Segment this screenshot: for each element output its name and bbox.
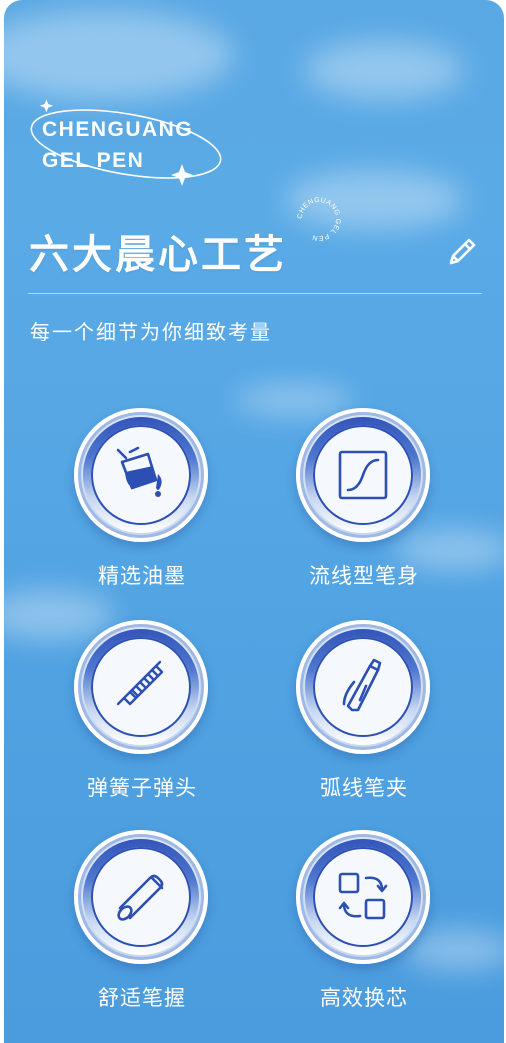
svg-text:CHENGUANG GEL PEN: CHENGUANG GEL PEN [297,197,341,241]
feature-label: 流线型笔身 [309,564,419,588]
spring-tip-icon [116,660,164,706]
feature-item-grip[interactable]: 舒适笔握 [42,830,242,1010]
refill-swap-icon [338,872,388,920]
feature-label: 高效换芯 [320,986,408,1010]
cloud-decoration [304,40,464,100]
feature-item-spring-tip[interactable]: 弹簧子弹头 [42,620,242,800]
page-title: 六大晨心工艺 [29,232,287,278]
feature-item-ink[interactable]: 精选油墨 [42,408,242,588]
badge-text: CHENGUANG GEL PEN [297,197,341,241]
feature-item-refill[interactable]: 高效换芯 [264,830,464,1010]
pencil-edit-icon[interactable] [444,234,480,270]
feature-label: 弧线笔夹 [320,776,408,800]
grip-cylinder-icon [117,874,164,921]
page-subtitle: 每一个细节为你细致考量 [30,320,272,344]
cloud-decoration [4,10,234,100]
logo-orbit-icon [30,99,222,186]
feature-card: CHENGUANG GEL PEN 六大晨心工艺 CHENGUANG GEL P… [4,0,504,1043]
brand-seal-icon: CHENGUANG GEL PEN [297,197,341,241]
ink-bucket-icon [116,446,162,497]
header-divider [28,293,482,294]
pen-clip-icon [342,658,382,712]
logo-line-1: CHENGUANG [42,118,194,141]
logo-line-2: GEL PEN [42,149,145,172]
feature-item-streamline[interactable]: 流线型笔身 [264,408,464,588]
feature-label: 舒适笔握 [98,986,186,1010]
curve-icon [338,450,388,500]
feature-item-clip[interactable]: 弧线笔夹 [264,620,464,800]
feature-label: 弹簧子弹头 [87,776,197,800]
brand-logo: CHENGUANG GEL PEN [26,98,226,193]
feature-label: 精选油墨 [98,564,186,588]
